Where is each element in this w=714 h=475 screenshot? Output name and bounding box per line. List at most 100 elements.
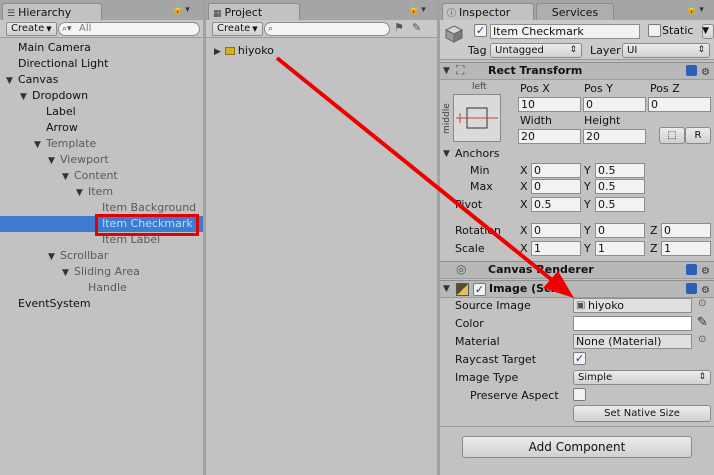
hierarchy-item[interactable]: Main Camera [0,40,203,56]
object-picker-icon[interactable]: ⊙ [698,334,706,345]
static-checkbox[interactable] [648,24,661,37]
rotation-x-field[interactable]: 0 [531,223,581,238]
set-native-size-button[interactable]: Set Native Size [573,405,711,422]
anchor-max-x-field[interactable]: 0 [531,179,581,194]
fold-arrow-icon[interactable]: ▼ [443,284,450,294]
scale-z-field[interactable]: 1 [661,241,711,256]
help-book-icon[interactable] [686,264,698,275]
image-component-header[interactable]: ▼ ✓ Image (Scr ⚙ [440,280,714,298]
component-menu-icons[interactable]: ⚙ [686,283,710,296]
posz-field[interactable]: 0 [648,97,711,112]
scale-x-field[interactable]: 1 [531,241,581,256]
help-book-icon[interactable] [686,283,698,294]
anchor-h-label: left [472,82,487,92]
preserve-aspect-label: Preserve Aspect [470,389,559,402]
material-field[interactable]: None (Material) [573,334,692,349]
static-dropdown[interactable]: ▼ [702,24,714,39]
posx-field[interactable]: 10 [518,97,581,112]
anchor-preset-button[interactable] [453,94,501,142]
pivot-x-field[interactable]: 0.5 [531,197,581,212]
hierarchy-item-label: Main Camera [18,41,91,54]
object-name-field[interactable]: Item Checkmark [490,24,640,39]
height-field[interactable]: 20 [583,129,646,144]
eyedropper-icon[interactable]: ✎ [697,315,708,330]
posy-field[interactable]: 0 [583,97,646,112]
anchor-max-y-field[interactable]: 0.5 [595,179,645,194]
blueprint-mode-button[interactable]: ⬚ [659,127,685,144]
hierarchy-item[interactable]: Directional Light [0,56,203,72]
hierarchy-item[interactable]: ▼ Template [0,136,203,152]
hierarchy-item[interactable]: ▼ Viewport [0,152,203,168]
project-folder-item[interactable]: ▶ hiyoko [214,44,274,57]
services-tab[interactable]: Services [536,3,614,20]
inspector-panel: ⓘ Inspector Services 🔒▾ ✓ Item Checkmark … [440,0,714,475]
color-swatch[interactable] [573,316,692,331]
hierarchy-item-label: Directional Light [18,57,109,70]
hierarchy-item[interactable]: Arrow [0,120,203,136]
hierarchy-item[interactable]: ▼ Dropdown [0,88,203,104]
pivot-y-field[interactable]: 0.5 [595,197,645,212]
hierarchy-item[interactable]: ▼ Item [0,184,203,200]
panel-options-icons[interactable]: 🔒▾ [408,5,428,15]
anchor-min-y-field[interactable]: 0.5 [595,163,645,178]
fold-arrow-icon[interactable]: ▼ [20,89,32,105]
scale-y-field[interactable]: 1 [595,241,645,256]
hierarchy-tab[interactable]: ☰ Hierarchy [2,3,102,20]
canvas-renderer-header[interactable]: ◎ Canvas Renderer ⚙ [440,261,714,279]
project-tab[interactable]: ▦ Project [208,3,300,20]
add-component-button[interactable]: Add Component [462,436,692,458]
layer-dropdown[interactable]: UI ⇕ [622,43,710,58]
tag-icon[interactable]: ✎ [412,21,421,34]
scale-z-label: Z [650,242,658,255]
inspector-tab[interactable]: ⓘ Inspector [442,3,534,20]
hierarchy-item[interactable]: ▼ Scrollbar [0,248,203,264]
source-image-field[interactable]: ▣ hiyoko [573,298,692,313]
help-book-icon[interactable] [686,65,698,76]
width-field[interactable]: 20 [518,129,581,144]
preserve-aspect-checkbox[interactable] [573,388,586,401]
fold-arrow-icon[interactable]: ▼ [34,137,46,153]
hierarchy-item[interactable]: Handle [0,280,203,296]
raycast-target-checkbox[interactable]: ✓ [573,352,586,365]
hierarchy-item-label: Dropdown [32,89,89,102]
hierarchy-panel: ☰ Hierarchy 🔒▾ Create ▼ ⌕▾ All Main Camera D… [0,0,203,475]
hierarchy-item[interactable]: EventSystem [0,296,203,312]
fold-arrow-icon[interactable]: ▼ [48,153,60,169]
active-checkbox[interactable]: ✓ [474,24,487,37]
hierarchy-search-input[interactable]: ⌕▾ All [58,22,200,36]
component-menu-icons[interactable]: ⚙ [686,65,710,78]
scale-label: Scale [455,242,485,255]
fold-arrow-icon[interactable]: ▼ [62,169,74,185]
panel-options-icons[interactable]: 🔒▾ [686,5,706,15]
hierarchy-item[interactable]: ▼ Content [0,168,203,184]
fold-arrow-icon[interactable]: ▼ [62,265,74,281]
raw-edit-button[interactable]: R [685,127,711,144]
fold-arrow-icon[interactable]: ▼ [76,185,88,201]
component-menu-icons[interactable]: ⚙ [686,264,710,277]
fold-arrow-icon[interactable]: ▼ [48,249,60,265]
image-type-dropdown[interactable]: Simple ⇕ [573,370,711,385]
chevron-down-icon: ▼ [46,25,52,33]
panel-options-icons[interactable]: 🔒▾ [172,5,192,15]
object-picker-icon[interactable]: ⊙ [698,298,706,309]
project-search-input[interactable]: ⌕ [264,22,390,36]
fold-arrow-icon[interactable]: ▼ [443,66,450,76]
anchor-min-x-field[interactable]: 0 [531,163,581,178]
hierarchy-item[interactable]: Label [0,104,203,120]
rotation-y-field[interactable]: 0 [595,223,645,238]
hierarchy-item-label: Canvas [18,73,59,86]
posy-label: Pos Y [584,82,613,95]
project-create-button[interactable]: Create ▼ [212,22,263,36]
rotation-z-field[interactable]: 0 [661,223,711,238]
image-enabled-checkbox[interactable]: ✓ [473,283,486,296]
hierarchy-item[interactable]: ▼ Canvas [0,72,203,88]
anchors-fold-arrow-icon[interactable]: ▼ [443,149,450,159]
rect-transform-header[interactable]: ▼ ⛶ Rect Transform ⚙ [440,62,714,80]
hierarchy-create-button[interactable]: Create ▼ [6,22,57,36]
tag-dropdown[interactable]: Untagged ⇕ [490,43,582,58]
hierarchy-item[interactable]: ▼ Sliding Area [0,264,203,280]
filter-type-icon[interactable]: ⚑ [394,21,404,34]
gameobject-cube-icon[interactable] [444,24,464,44]
layer-label: Layer [590,44,621,57]
fold-arrow-icon[interactable]: ▼ [6,73,18,89]
